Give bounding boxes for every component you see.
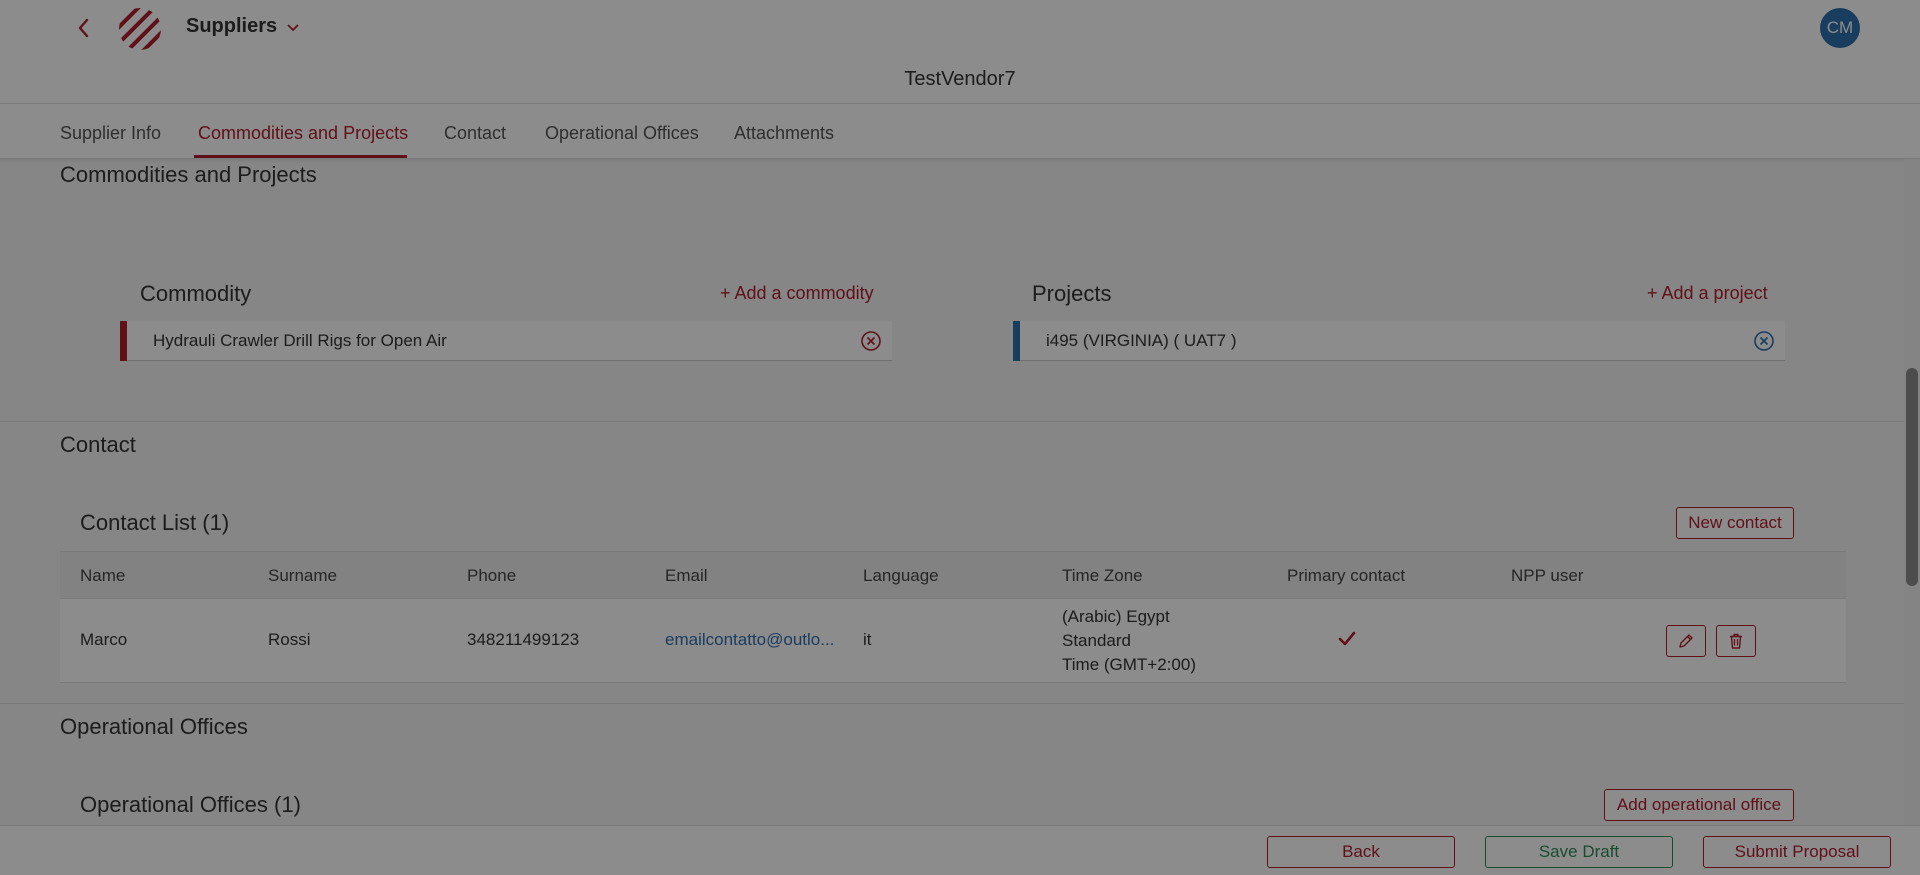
page: Suppliers CM TestVendor7 Supplier Info C… <box>0 0 1920 875</box>
modal-backdrop[interactable] <box>0 0 1920 875</box>
